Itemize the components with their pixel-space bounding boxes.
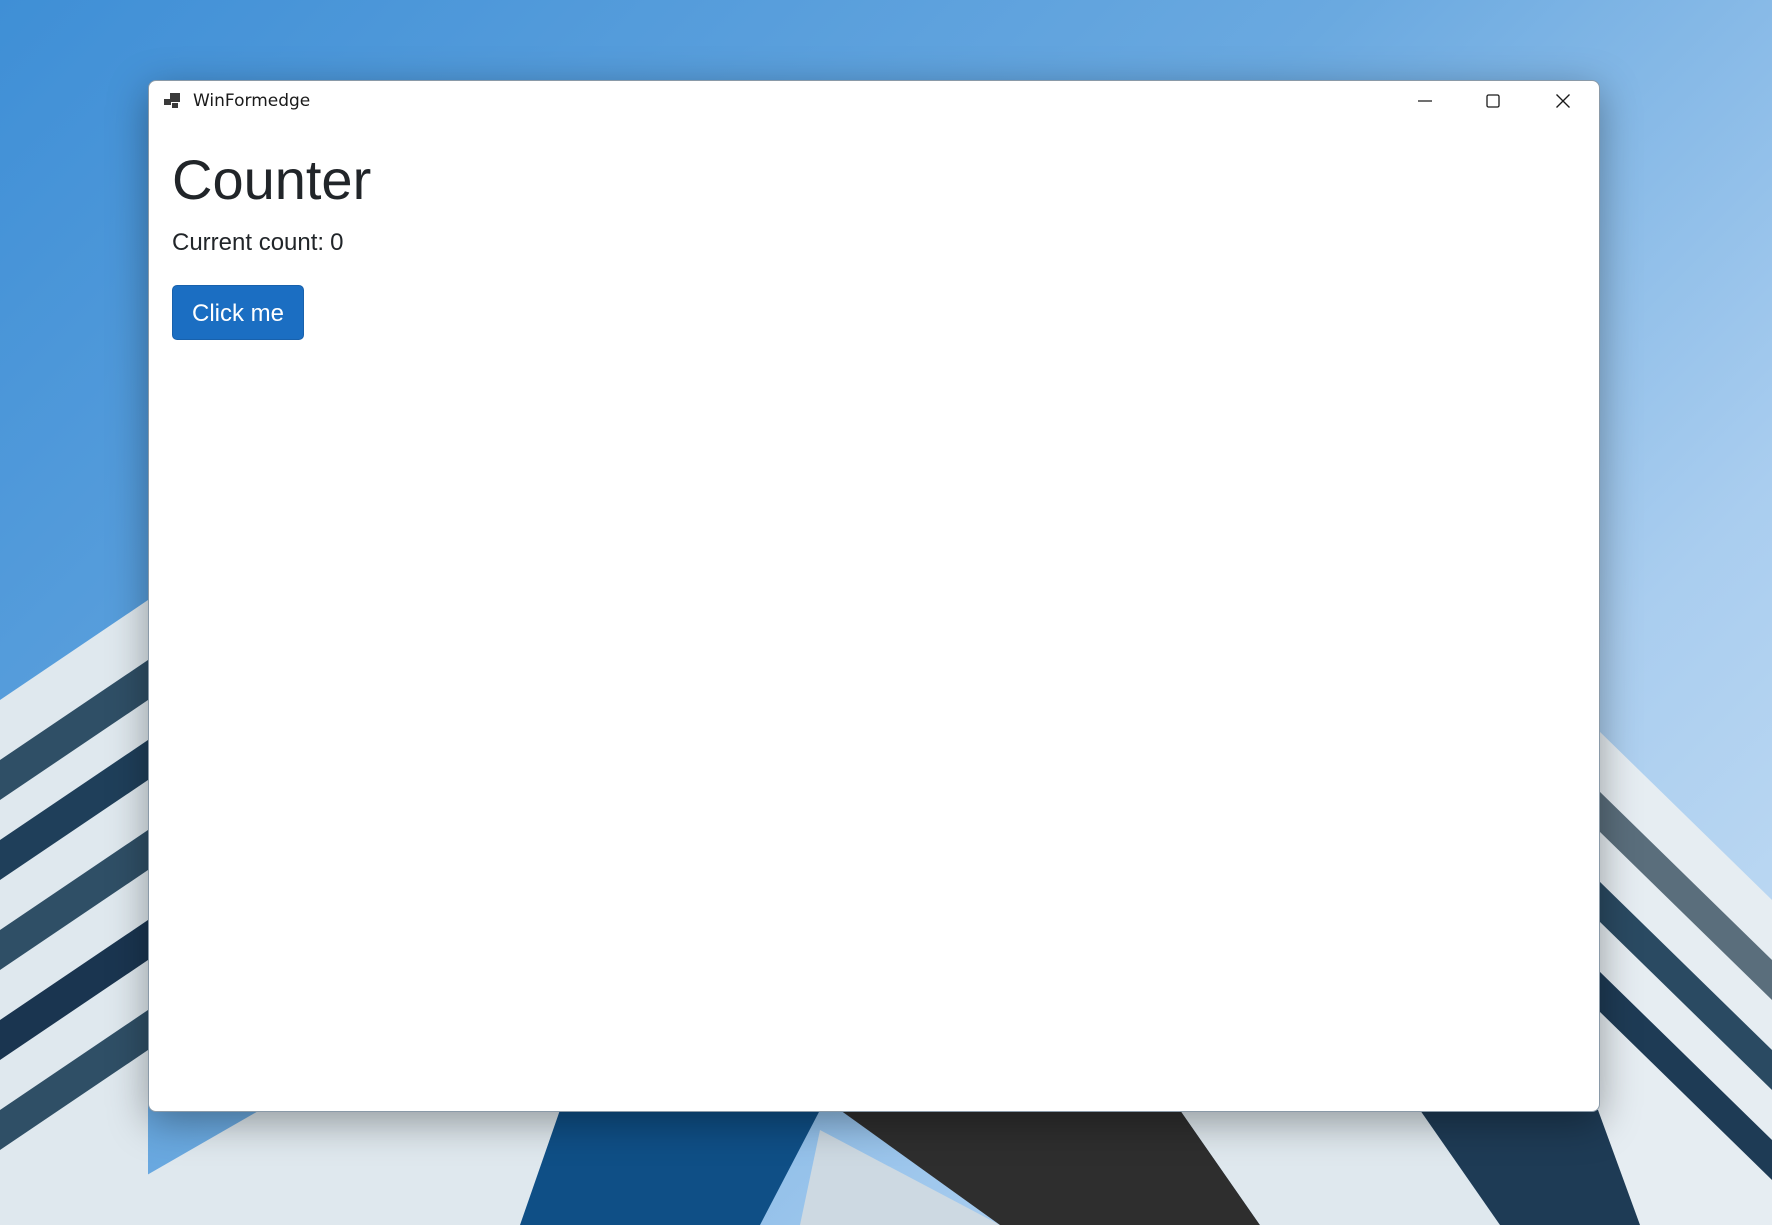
title-bar[interactable]: WinFormedge: [149, 81, 1599, 121]
window-title: WinFormedge: [193, 91, 311, 111]
minimize-button[interactable]: [1391, 81, 1459, 121]
count-value: 0: [330, 229, 344, 256]
page-title: Counter: [172, 148, 372, 211]
current-count: Current count: 0: [172, 229, 371, 257]
page-content: Counter Current count: 0 Click me: [172, 147, 371, 340]
close-icon: [1556, 94, 1570, 108]
minimize-icon: [1418, 100, 1432, 102]
close-button[interactable]: [1529, 81, 1597, 121]
app-icon: [164, 93, 180, 108]
maximize-icon: [1486, 94, 1500, 108]
maximize-button[interactable]: [1459, 81, 1527, 121]
click-me-button[interactable]: Click me: [172, 285, 305, 340]
app-window: WinFormedge Counter Current count: 0 Clic…: [148, 80, 1600, 1112]
count-label: Current count:: [172, 229, 325, 256]
